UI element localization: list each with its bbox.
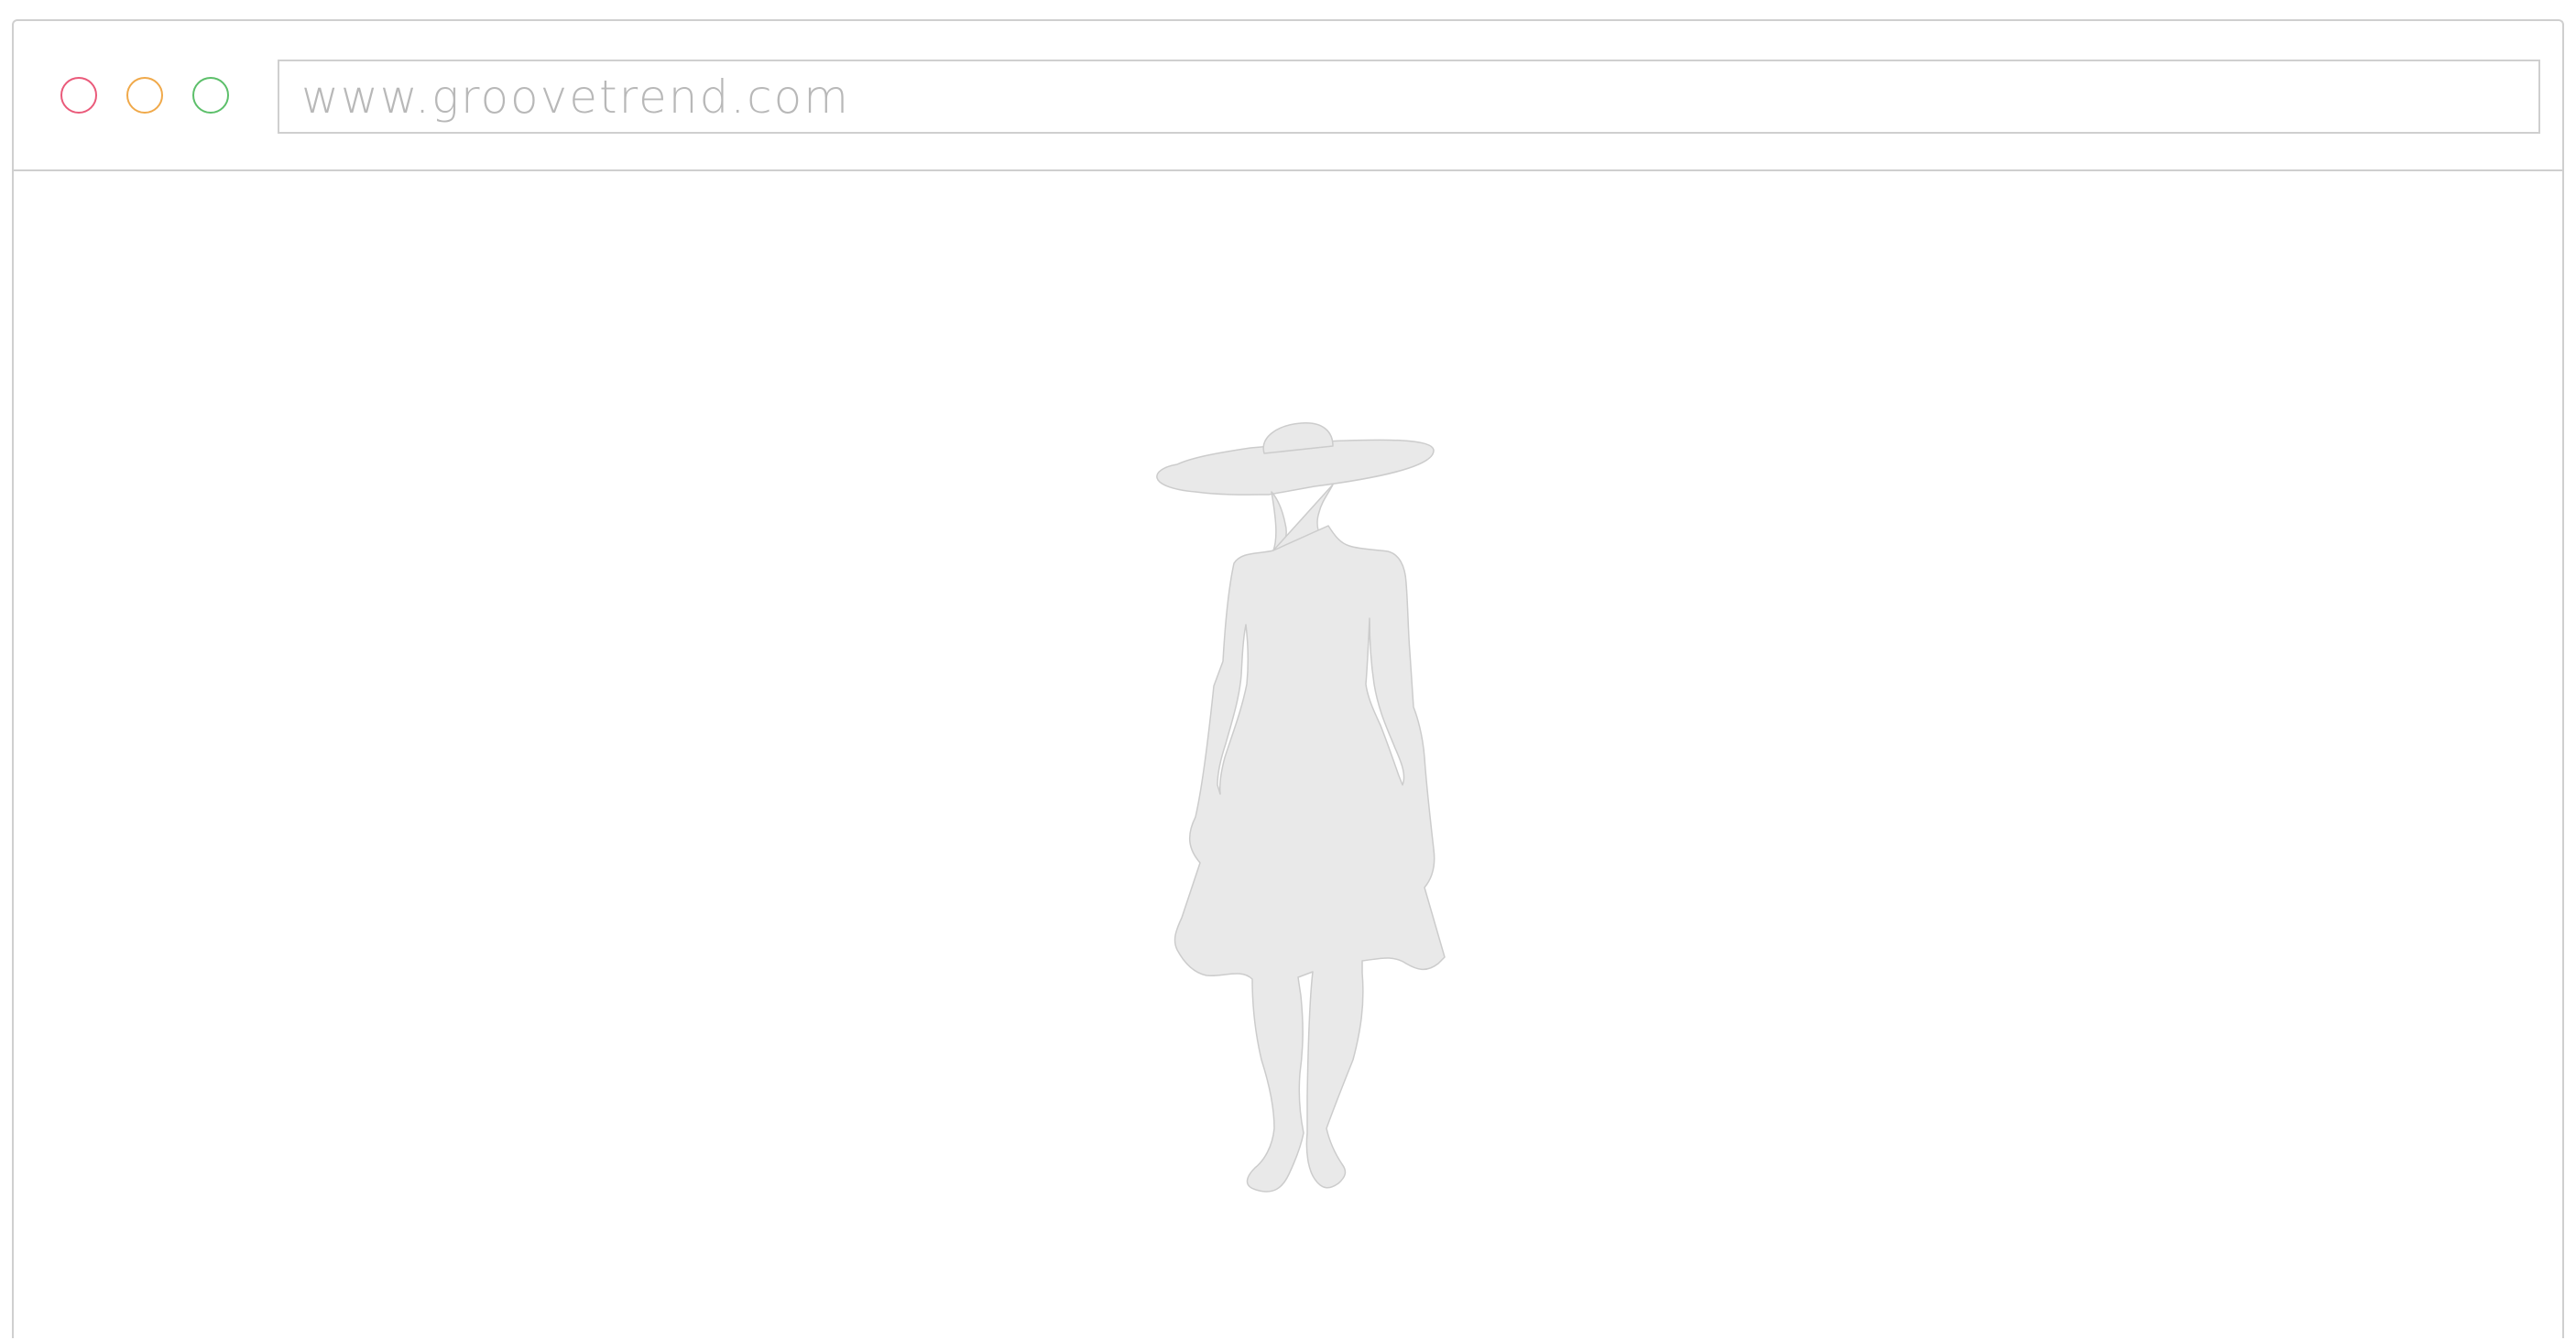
browser-toolbar: www.groovetrend.com [14,21,2562,171]
close-dot-icon[interactable] [60,77,97,114]
url-text: www.groovetrend.com [301,70,850,124]
woman-silhouette-icon [1156,422,1446,1193]
page-viewport [14,171,2562,1340]
browser-window: www.groovetrend.com [12,19,2564,1338]
address-bar[interactable]: www.groovetrend.com [278,60,2540,134]
minimize-dot-icon[interactable] [126,77,163,114]
maximize-dot-icon[interactable] [192,77,229,114]
